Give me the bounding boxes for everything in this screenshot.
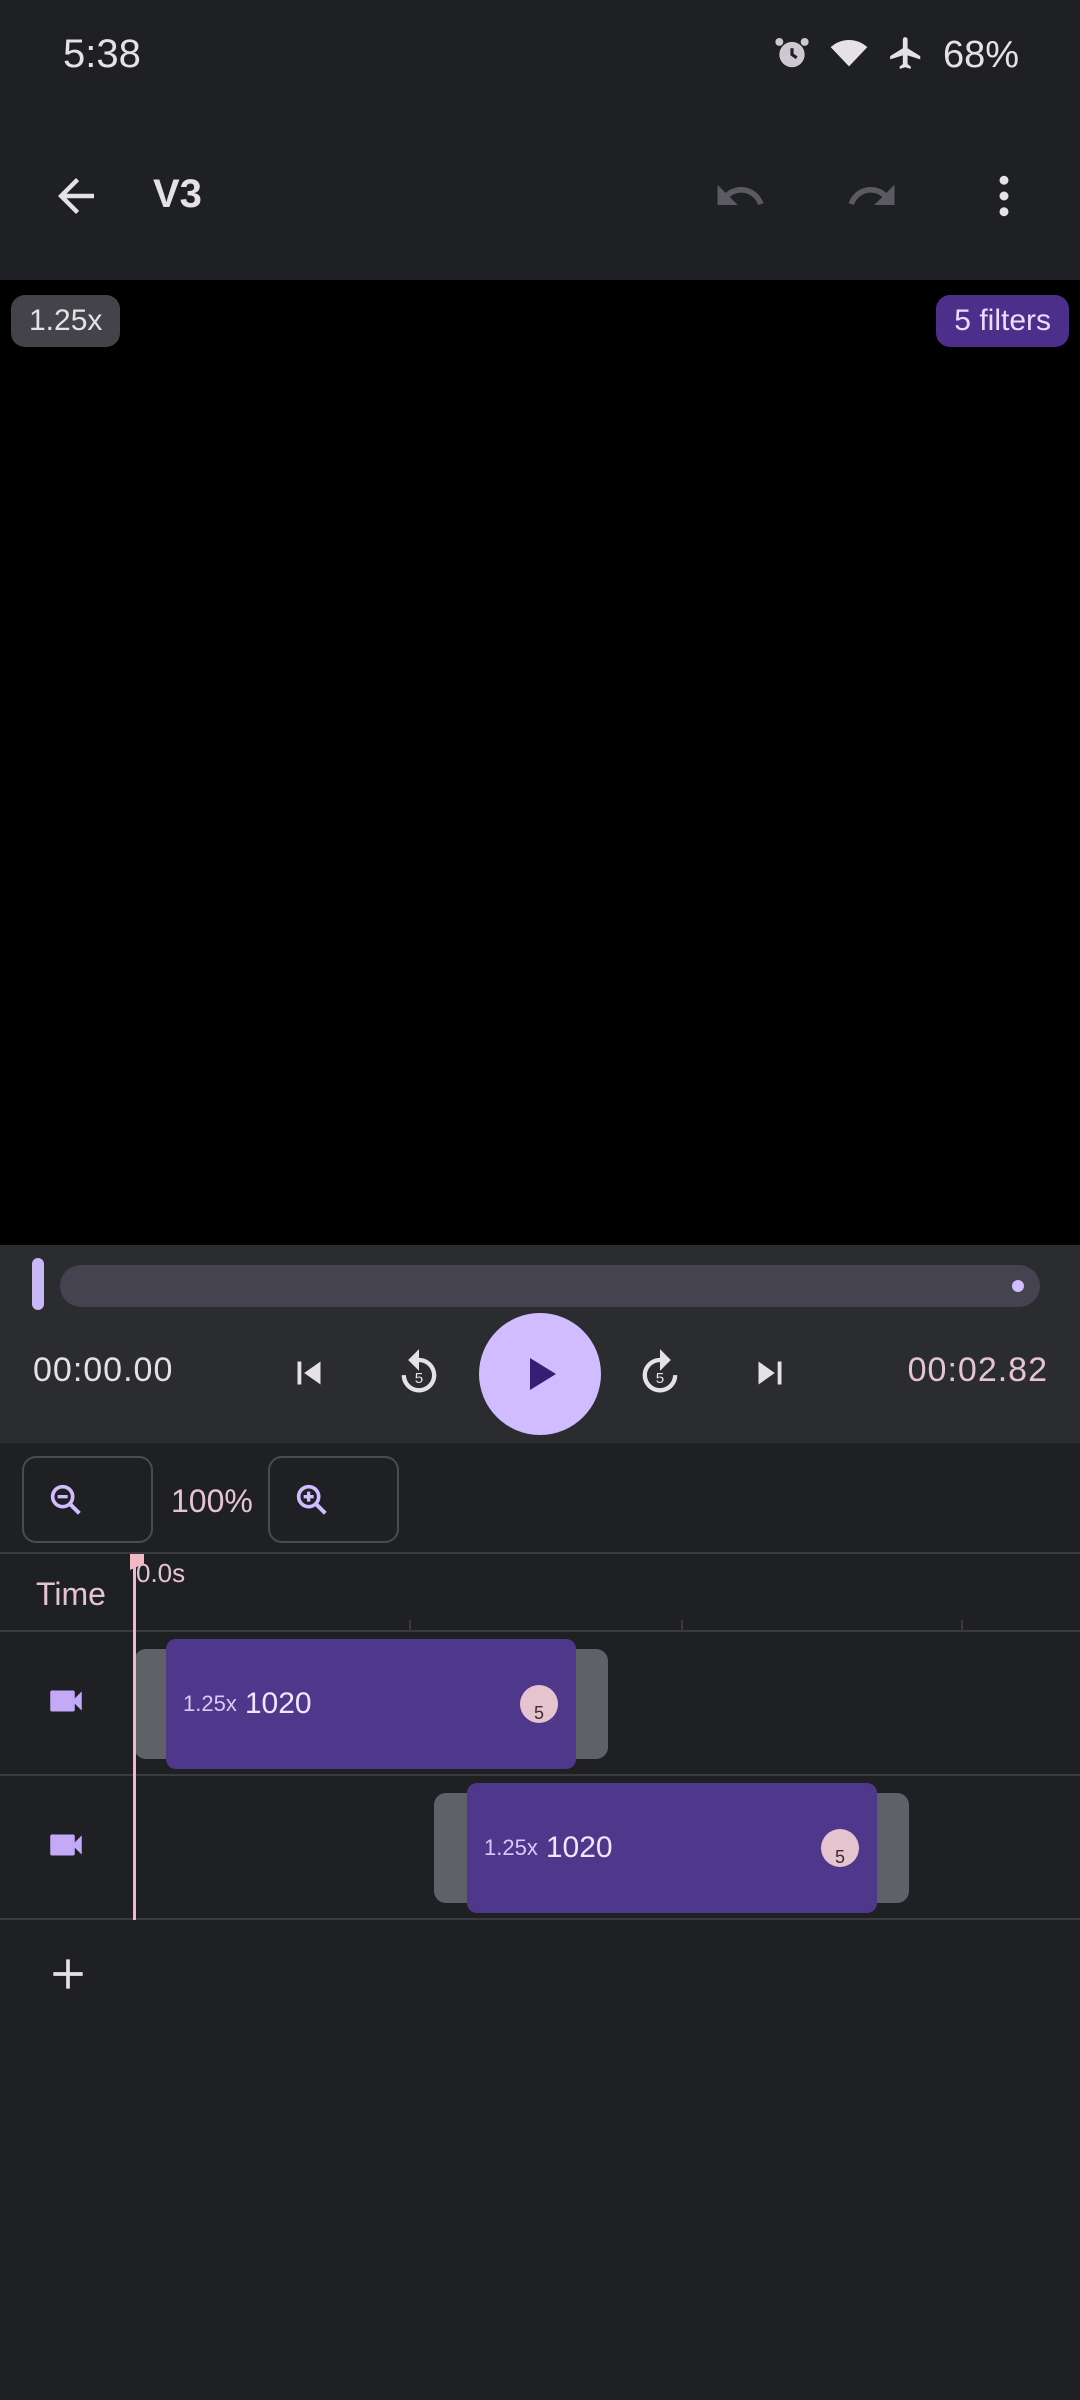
zoom-in-button[interactable] — [268, 1456, 399, 1543]
play-icon — [530, 1358, 556, 1390]
wifi-icon — [829, 33, 869, 78]
more-options-button[interactable] — [964, 156, 1044, 236]
forward-5-button[interactable]: 5 — [625, 1338, 695, 1408]
scrubber-track[interactable] — [60, 1265, 1040, 1307]
ruler-tick — [961, 1620, 963, 1630]
skip-to-end-button[interactable] — [735, 1338, 805, 1408]
rewind-5-button[interactable]: 5 — [384, 1338, 454, 1408]
ruler-tick — [681, 1620, 683, 1630]
replay-5-icon: 5 — [401, 1349, 437, 1393]
redo-button[interactable] — [832, 156, 912, 236]
playback-controls: 00:00.00 5 5 00:02.82 — [0, 1245, 1080, 1443]
status-time: 5:38 — [63, 32, 141, 76]
clip-filter-badge: 5 — [821, 1829, 859, 1867]
videocam-icon — [50, 1690, 82, 1712]
clip-speed: 1.25x — [183, 1691, 237, 1716]
skip-next-icon — [758, 1361, 782, 1385]
undo-button[interactable] — [700, 156, 780, 236]
ruler-tick — [409, 1620, 411, 1630]
time-ruler-label: Time — [36, 1576, 106, 1612]
status-bar: 5:38 68% — [0, 0, 1080, 110]
forward-seconds: 5 — [656, 1370, 664, 1387]
total-duration: 00:02.82 — [907, 1351, 1048, 1389]
alarm-icon — [773, 34, 811, 77]
videocam-icon — [50, 1834, 82, 1856]
clip-speed: 1.25x — [484, 1835, 538, 1860]
timeline: Time 0.0s 1.25x 1020 5 1.25x 1020 5 — [0, 1554, 1080, 1920]
add-track-button[interactable] — [40, 1946, 96, 2002]
status-icons: 68% — [773, 30, 1019, 80]
zoom-level: 100% — [171, 1483, 253, 1519]
playhead[interactable] — [133, 1554, 136, 1920]
video-track: 1.25x 1020 5 — [0, 1632, 1080, 1776]
app-bar: V3 — [0, 110, 1080, 280]
rewind-seconds: 5 — [415, 1370, 423, 1387]
clip-name: 1020 — [244, 1687, 312, 1720]
skip-previous-icon — [297, 1361, 321, 1385]
undo-icon — [717, 184, 764, 205]
clip-name: 1020 — [545, 1831, 613, 1864]
video-track: 1.25x 1020 5 — [0, 1776, 1080, 1920]
project-title: V3 — [153, 172, 202, 216]
video-preview[interactable]: 1.25x 5 filters — [0, 280, 1080, 1245]
zoom-in-icon — [296, 1484, 327, 1515]
airplane-icon — [887, 34, 925, 77]
redo-icon — [848, 184, 895, 205]
back-arrow-icon — [58, 178, 94, 214]
video-clip[interactable]: 1.25x 1020 5 — [467, 1783, 877, 1913]
speed-chip[interactable]: 1.25x — [11, 295, 121, 347]
skip-to-start-button[interactable] — [274, 1338, 344, 1408]
forward-5-icon: 5 — [642, 1349, 678, 1393]
back-button[interactable] — [36, 156, 116, 236]
zoom-out-icon — [50, 1484, 81, 1515]
battery-percentage: 68% — [942, 33, 1019, 76]
zoom-out-button[interactable] — [22, 1456, 153, 1543]
scrubber-end-dot — [1012, 1280, 1024, 1292]
filters-chip[interactable]: 5 filters — [936, 295, 1069, 347]
current-time: 00:00.00 — [33, 1351, 174, 1389]
play-button[interactable] — [479, 1313, 601, 1435]
add-icon — [53, 1959, 83, 1989]
more-vert-icon — [999, 175, 1009, 217]
video-clip[interactable]: 1.25x 1020 5 — [166, 1639, 576, 1769]
scrubber-handle[interactable] — [32, 1258, 44, 1310]
clip-filter-badge: 5 — [520, 1685, 558, 1723]
time-ruler[interactable]: Time 0.0s — [0, 1554, 1080, 1632]
zoom-controls: 100% — [0, 1443, 1080, 1554]
